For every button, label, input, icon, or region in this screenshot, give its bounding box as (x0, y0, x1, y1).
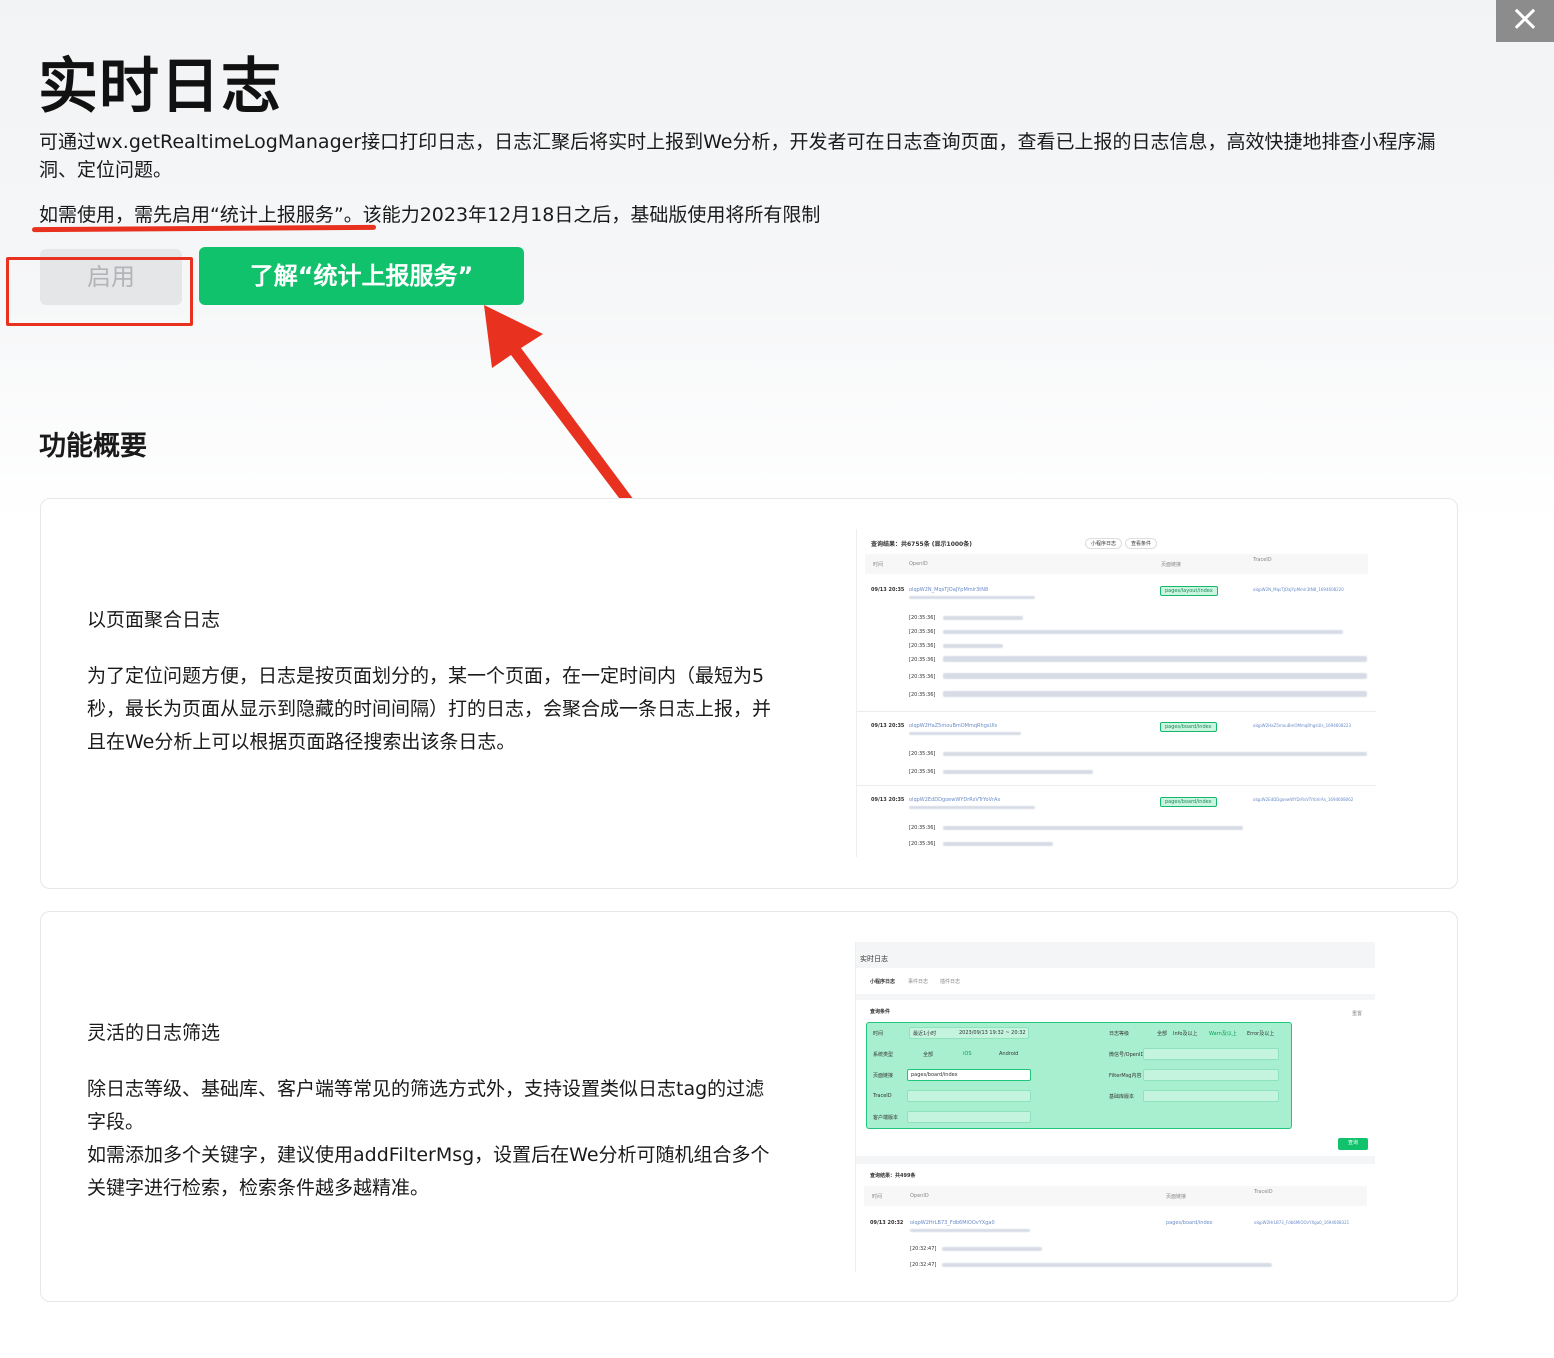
tab-mini-log[interactable]: 小程序日志 (1085, 538, 1123, 549)
row-openid[interactable]: olqpW2HrLB73_Fdb6MiOOvYXga0 (910, 1220, 995, 1226)
result-title: 查询结果：共6755条 (显示1000条) (871, 541, 972, 548)
page-tag[interactable]: pages/board/index (1160, 797, 1217, 807)
row-openid[interactable]: olqpW2HaZ5mouBmOMmqRhgsUIs (909, 723, 997, 729)
filter-label: 页面链接 (873, 1073, 894, 1079)
time-range: 2023/09/13 19:32 ~ 20:32 (959, 1030, 1026, 1036)
page-description: 可通过wx.getRealtimeLogManager接口打印日志，日志汇聚后将… (39, 131, 1436, 181)
row-time: 09/13 20:35 (871, 587, 905, 593)
card-text-line1: 除日志等级、基础库、客户端等常见的筛选方式外，支持设置类似日志tag的过滤字段。 (87, 1078, 765, 1133)
log-time: [20:35:36] (909, 841, 936, 847)
filter-label: 客户端版本 (873, 1115, 899, 1121)
log-results-screenshot: 查询结果：共6755条 (显示1000条) 小程序日志 查看条件 时间 Open… (856, 529, 1376, 857)
row-openid[interactable]: olqpW2EdDDgoewWYDrRsVTrYoVrAs (909, 797, 1000, 803)
col-openid: OpenID (909, 561, 928, 567)
card-text-line2: 如需添加多个关键字，建议使用addFilterMsg，设置后在We分析可随机组合… (87, 1144, 770, 1199)
col-page: 页面链接 (1161, 562, 1182, 568)
page-tag[interactable]: pages/board/index (1160, 722, 1217, 732)
log-time: [20:35:36] (909, 643, 936, 649)
page-tag[interactable]: pages/layout/index (1160, 586, 1218, 596)
learn-stats-service-button[interactable]: 了解“统计上报服务” (199, 247, 524, 305)
row-trace[interactable]: olqpW2HrLB73_Fdb6MiOOvYXga0_1694608321 (1254, 1220, 1349, 1225)
table-header: 时间 OpenID 页面链接 TraceID (865, 554, 1368, 574)
row-time: 09/13 20:35 (871, 797, 905, 803)
filtermsg-field[interactable] (1143, 1069, 1279, 1081)
page-title: 实时日志 (38, 52, 282, 122)
overview-title: 功能概要 (39, 431, 147, 462)
time-value: 最近1小时 (913, 1031, 937, 1037)
page-value: pages/board/index (911, 1072, 958, 1078)
tab-plugin-log[interactable]: 插件日志 (940, 978, 960, 985)
log-time: [20:35:36] (909, 674, 936, 680)
log-time: [20:35:36] (909, 629, 936, 635)
annotation-box (6, 257, 193, 326)
log-time: [20:35:36] (909, 692, 936, 698)
result-title: 查询结果：共499条 (870, 1173, 916, 1179)
filter-highlight: 时间 最近1小时 2023/09/13 19:32 ~ 20:32 日志等级 全… (866, 1022, 1292, 1129)
feature-card-log-filter: 灵活的日志筛选 除日志等级、基础库、客户端等常见的筛选方式外，支持设置类似日志t… (40, 911, 1458, 1302)
col-time: 时间 (873, 562, 884, 568)
col-time: 时间 (872, 1194, 883, 1200)
table-header: 时间 OpenID 页面链接 TraceID (864, 1186, 1367, 1206)
filter-label: 系统类型 (873, 1052, 894, 1058)
row-trace[interactable]: olqpW2EdDDgoewWYDrRsVTrYoVrAs_1694608062 (1253, 797, 1353, 802)
log-filter-screenshot: 实时日志 小程序日志 事件日志 插件日志 查询条件 重置 时间 最近1小时 20… (855, 942, 1375, 1272)
filter-label: 基础库版本 (1109, 1094, 1135, 1100)
card-heading: 灵活的日志筛选 (87, 1022, 221, 1044)
card-heading: 以页面聚合日志 (87, 609, 221, 631)
col-trace: TraceID (1254, 1189, 1273, 1195)
filter-label: TraceID (873, 1093, 892, 1099)
filter-label: 微信号/OpenID (1109, 1052, 1145, 1058)
col-trace: TraceID (1253, 557, 1272, 563)
sys-all[interactable]: 全部 (923, 1051, 933, 1058)
sys-ios[interactable]: iOS (963, 1051, 972, 1057)
row-page[interactable]: pages/board/index (1166, 1220, 1213, 1226)
close-icon: × (1509, 0, 1541, 39)
log-time: [20:32:47] (910, 1262, 937, 1268)
openid-field[interactable] (1143, 1048, 1279, 1060)
level-warn[interactable]: Warn及以上 (1209, 1030, 1237, 1037)
filter-label: 日志等级 (1109, 1031, 1130, 1037)
col-page: 页面链接 (1166, 1194, 1187, 1200)
row-trace[interactable]: olqpW2N_MqsTJOaJYpMmlr3tN8_1694608220 (1253, 587, 1344, 592)
trace-field[interactable] (907, 1090, 1031, 1102)
notice-suffix: 。该能力2023年12月18日之后，基础版使用将所有限制 (343, 204, 821, 226)
row-openid[interactable]: olqpW2N_MqsTJOaJYpMmlr3tN8 (909, 587, 988, 593)
filter-label: 时间 (873, 1031, 884, 1037)
log-time: [20:35:36] (909, 825, 936, 831)
level-error[interactable]: Error及以上 (1247, 1030, 1274, 1037)
row-time: 09/13 20:35 (871, 723, 905, 729)
card-text: 为了定位问题方便，日志是按页面划分的，某一个页面，在一定时间内（最短为5秒，最长… (87, 665, 772, 753)
log-time: [20:35:36] (909, 751, 936, 757)
tab-mini-log[interactable]: 小程序日志 (870, 978, 895, 985)
shot-title: 实时日志 (860, 955, 888, 963)
log-time: [20:35:36] (909, 657, 936, 663)
filter-label: FilterMsg内容 (1109, 1073, 1142, 1079)
usage-notice: 如需使用，需先启用“统计上报服务”。该能力2023年12月18日之后，基础版使用… (39, 201, 820, 229)
client-field[interactable] (907, 1111, 1031, 1123)
annotation-underline (31, 224, 377, 233)
reset-link[interactable]: 重置 (1352, 1010, 1362, 1017)
log-time: [20:32:47] (910, 1246, 937, 1252)
query-title: 查询条件 (870, 1009, 891, 1015)
log-time: [20:35:36] (909, 769, 936, 775)
tab-view-conditions[interactable]: 查看条件 (1125, 538, 1158, 549)
tab-event-log[interactable]: 事件日志 (908, 978, 928, 985)
row-time: 09/13 20:32 (870, 1220, 904, 1226)
level-all[interactable]: 全部 (1157, 1030, 1167, 1037)
sys-android[interactable]: Android (999, 1051, 1018, 1057)
close-button[interactable]: × (1496, 0, 1554, 42)
notice-prefix: 如需使用，需先启用“统计上报服务” (39, 204, 344, 226)
search-button[interactable]: 查询 (1338, 1138, 1368, 1150)
feature-card-page-aggregation: 以页面聚合日志 为了定位问题方便，日志是按页面划分的，某一个页面，在一定时间内（… (40, 498, 1458, 889)
log-time: [20:35:36] (909, 615, 936, 621)
col-openid: OpenID (910, 1193, 929, 1199)
level-info[interactable]: Info及以上 (1173, 1030, 1197, 1037)
row-trace[interactable]: olqpW2HaZ5mouBmOMmqRhgsUIs_1694608223 (1253, 723, 1351, 728)
lib-field[interactable] (1143, 1090, 1279, 1102)
card-text: 除日志等级、基础库、客户端等常见的筛选方式外，支持设置类似日志tag的过滤字段。… (87, 1073, 777, 1205)
